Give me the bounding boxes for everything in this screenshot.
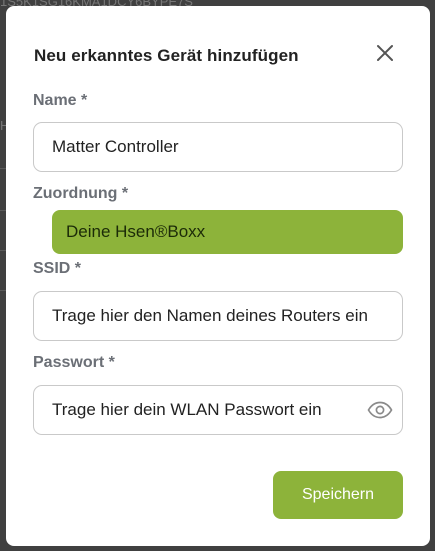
name-value: Matter Controller (52, 137, 179, 156)
assignment-label: Zuordnung * (33, 185, 129, 202)
ssid-label: SSID * (33, 260, 82, 277)
password-input[interactable]: Trage hier dein WLAN Passwort ein (33, 385, 403, 435)
password-label: Passwort * (33, 354, 115, 371)
assignment-select[interactable]: Deine Hsen®Boxx (52, 210, 403, 254)
close-button[interactable] (371, 39, 399, 67)
name-input[interactable]: Matter Controller (33, 122, 403, 172)
toggle-password-visibility-button[interactable] (366, 400, 394, 420)
eye-icon (367, 401, 393, 419)
save-button[interactable]: Speichern (273, 471, 403, 519)
ssid-placeholder: Trage hier den Namen deines Routers ein (52, 306, 368, 325)
assignment-value: Deine Hsen®Boxx (66, 222, 206, 241)
password-placeholder: Trage hier dein WLAN Passwort ein (52, 400, 322, 419)
add-device-dialog: Neu erkanntes Gerät hinzufügen Name * Ma… (6, 6, 430, 546)
ssid-input[interactable]: Trage hier den Namen deines Routers ein (33, 291, 403, 341)
close-icon (377, 45, 393, 61)
dialog-title: Neu erkanntes Gerät hinzufügen (34, 46, 299, 65)
name-label: Name * (33, 92, 88, 109)
